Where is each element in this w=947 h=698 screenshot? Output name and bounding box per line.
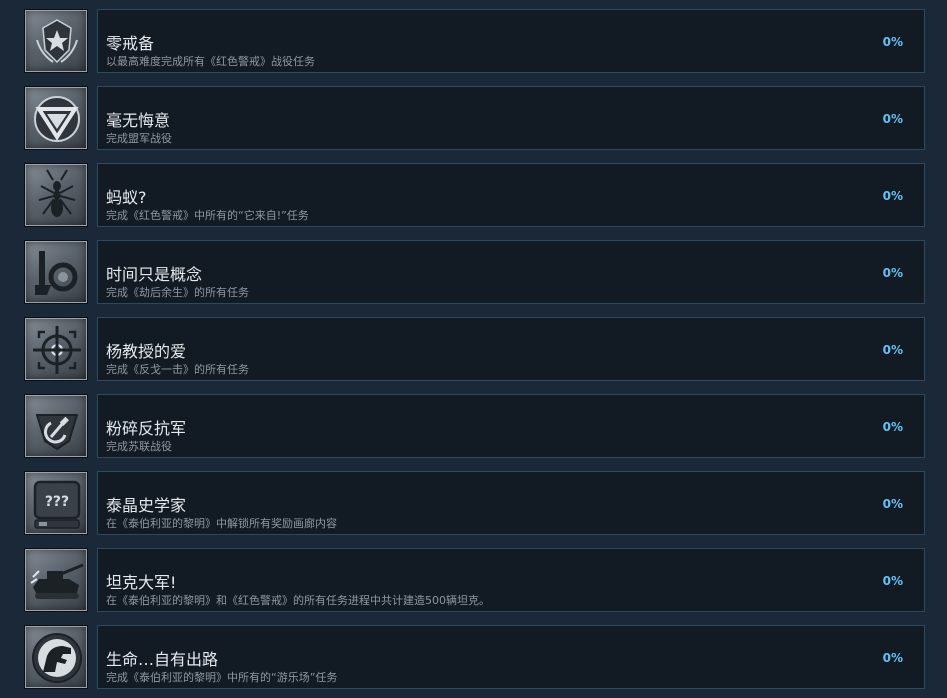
crosshair-icon xyxy=(24,317,88,381)
achievement-percent: 0% xyxy=(882,266,903,280)
achievement-card: 时间只是概念 完成《劫后余生》的所有任务 0% xyxy=(97,240,925,304)
achievement-row[interactable]: 零戒备 以最高难度完成所有《红色警戒》战役任务 0% xyxy=(0,9,947,75)
svg-text:???: ??? xyxy=(45,494,69,510)
achievement-row[interactable]: 蚂蚁? 完成《红色警戒》中所有的“它来自!”任务 0% xyxy=(0,163,947,229)
achievement-percent: 0% xyxy=(882,651,903,665)
allied-triangle-emblem-icon xyxy=(24,86,88,150)
achievement-card: 坦克大军! 在《泰伯利亚的黎明》和《红色警戒》的所有任务进程中共计建造500辆坦… xyxy=(97,548,925,612)
achievement-description: 完成《泰伯利亚的黎明》中所有的“游乐场”任务 xyxy=(106,671,338,684)
achievement-description: 完成《反戈一击》的所有任务 xyxy=(106,363,249,376)
time-machine-icon xyxy=(24,240,88,304)
achievement-row[interactable]: 粉碎反抗军 完成苏联战役 0% xyxy=(0,394,947,460)
shield-star-emblem-icon xyxy=(24,9,88,73)
achievement-card: 粉碎反抗军 完成苏联战役 0% xyxy=(97,394,925,458)
mystery-box-icon: ??? xyxy=(24,471,88,535)
achievement-row[interactable]: 杨教授的爱 完成《反戈一击》的所有任务 0% xyxy=(0,317,947,383)
achievement-card: 杨教授的爱 完成《反戈一击》的所有任务 0% xyxy=(97,317,925,381)
achievement-title: 坦克大军! xyxy=(106,573,177,592)
achievement-description: 完成盟军战役 xyxy=(106,132,172,145)
soviet-hammer-sickle-icon xyxy=(24,394,88,458)
achievement-percent: 0% xyxy=(882,343,903,357)
achievement-row[interactable]: 坦克大军! 在《泰伯利亚的黎明》和《红色警戒》的所有任务进程中共计建造500辆坦… xyxy=(0,548,947,614)
achievement-row[interactable]: 毫无悔意 完成盟军战役 0% xyxy=(0,86,947,152)
achievement-percent: 0% xyxy=(882,35,903,49)
ant-icon xyxy=(24,163,88,227)
achievement-card: 蚂蚁? 完成《红色警戒》中所有的“它来自!”任务 0% xyxy=(97,163,925,227)
achievement-percent: 0% xyxy=(882,497,903,511)
achievement-title: 杨教授的爱 xyxy=(106,342,187,361)
achievement-title: 生命…自有出路 xyxy=(106,650,219,669)
achievement-title: 零戒备 xyxy=(106,34,155,53)
achievement-percent: 0% xyxy=(882,420,903,434)
achievement-list: 零戒备 以最高难度完成所有《红色警戒》战役任务 0% 毫无悔意 完成盟军战役 0… xyxy=(0,0,947,698)
achievement-description: 完成苏联战役 xyxy=(106,440,172,453)
achievement-title: 粉碎反抗军 xyxy=(106,419,187,438)
achievement-row[interactable]: ??? 泰晶史学家 在《泰伯利亚的黎明》中解锁所有奖励画廊内容 0% xyxy=(0,471,947,537)
achievement-description: 完成《红色警戒》中所有的“它来自!”任务 xyxy=(106,209,309,222)
achievement-percent: 0% xyxy=(882,189,903,203)
achievement-percent: 0% xyxy=(882,574,903,588)
achievement-title: 泰晶史学家 xyxy=(106,496,187,515)
achievement-title: 毫无悔意 xyxy=(106,111,171,130)
achievement-card: 生命…自有出路 完成《泰伯利亚的黎明》中所有的“游乐场”任务 0% xyxy=(97,625,925,689)
achievement-percent: 0% xyxy=(882,112,903,126)
achievement-description: 以最高难度完成所有《红色警戒》战役任务 xyxy=(106,55,315,68)
achievement-description: 在《泰伯利亚的黎明》和《红色警戒》的所有任务进程中共计建造500辆坦克。 xyxy=(106,594,490,607)
achievement-title: 时间只是概念 xyxy=(106,265,203,284)
achievement-card: 泰晶史学家 在《泰伯利亚的黎明》中解锁所有奖励画廊内容 0% xyxy=(97,471,925,535)
achievement-card: 毫无悔意 完成盟军战役 0% xyxy=(97,86,925,150)
achievement-card: 零戒备 以最高难度完成所有《红色警戒》战役任务 0% xyxy=(97,9,925,73)
achievement-description: 在《泰伯利亚的黎明》中解锁所有奖励画廊内容 xyxy=(106,517,337,530)
achievement-description: 完成《劫后余生》的所有任务 xyxy=(106,286,249,299)
tank-icon xyxy=(24,548,88,612)
dinosaur-icon xyxy=(24,625,88,689)
achievement-row[interactable]: 生命…自有出路 完成《泰伯利亚的黎明》中所有的“游乐场”任务 0% xyxy=(0,625,947,691)
achievement-row[interactable]: 时间只是概念 完成《劫后余生》的所有任务 0% xyxy=(0,240,947,306)
achievement-title: 蚂蚁? xyxy=(106,188,147,207)
